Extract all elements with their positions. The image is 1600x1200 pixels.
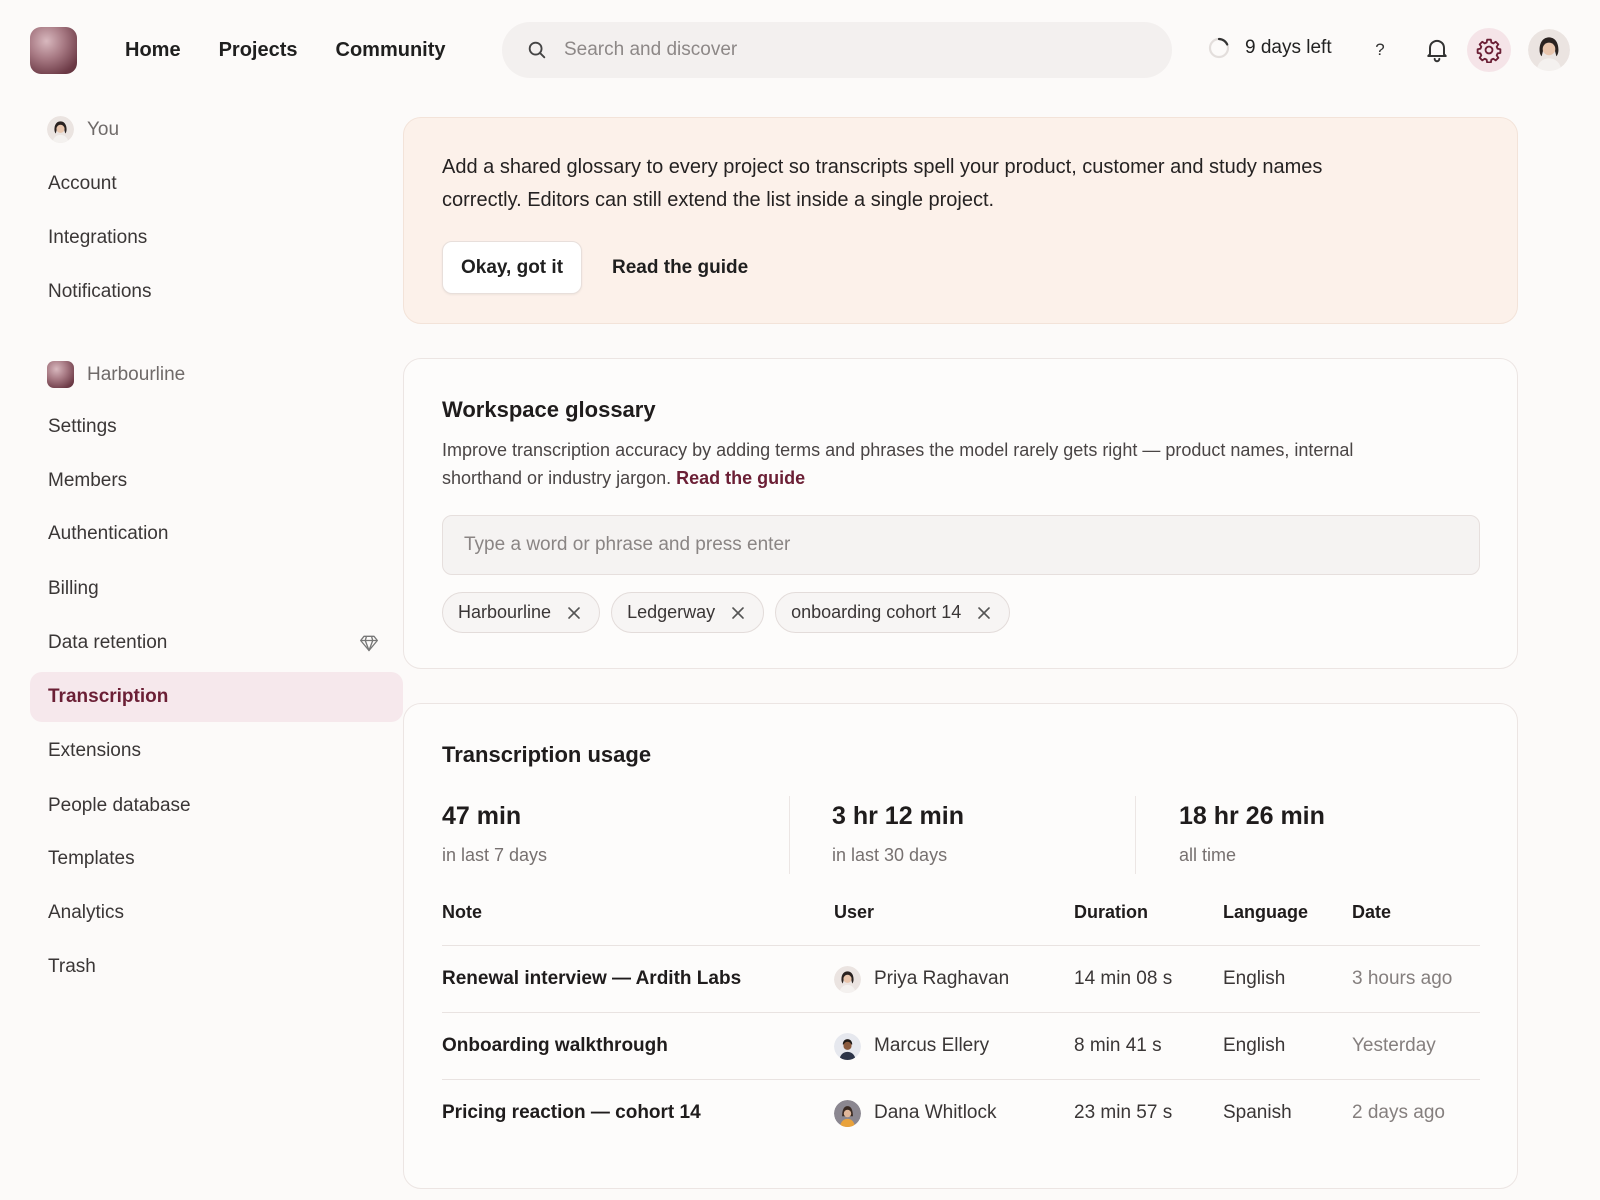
gear-icon [1476, 38, 1502, 63]
sidebar-item-data-retention[interactable]: Data retention [30, 618, 403, 668]
search-icon [528, 41, 546, 59]
loading-ring-icon [1208, 37, 1230, 59]
main-nav: Home Projects Community [125, 0, 446, 100]
avatar [834, 965, 861, 993]
trial-indicator[interactable]: 9 days left [1207, 36, 1332, 60]
user-avatar[interactable] [1528, 29, 1570, 71]
search-input[interactable] [564, 39, 1124, 61]
sidebar-item-members[interactable]: Members [30, 456, 403, 506]
dismiss-banner-button[interactable]: Okay, got it [442, 241, 582, 294]
nav-community[interactable]: Community [336, 39, 446, 62]
column-header-note[interactable]: Note [442, 880, 482, 945]
sidebar-item-authentication[interactable]: Authentication [30, 509, 403, 559]
glossary-tag: onboarding cohort 14 [775, 592, 1011, 633]
sidebar-item-templates[interactable]: Templates [30, 834, 403, 884]
glossary-term-input[interactable] [442, 515, 1480, 575]
divider [1135, 796, 1136, 874]
trial-days-left: 9 days left [1245, 37, 1332, 58]
usage-stat-all-time: 18 hr 26 min all time [1179, 802, 1325, 865]
search-bar[interactable] [502, 22, 1172, 78]
sidebar-item-notifications[interactable]: Notifications [30, 267, 403, 317]
workspace-logo [47, 361, 74, 388]
table-row[interactable]: Onboarding walkthrough Marcus Ellery 8 m… [442, 1013, 1480, 1079]
app-logo[interactable] [30, 27, 77, 74]
usage-stat-30-days: 3 hr 12 min in last 30 days [832, 802, 964, 865]
avatar [47, 116, 74, 143]
column-header-duration[interactable]: Duration [1074, 880, 1148, 945]
read-guide-button[interactable]: Read the guide [612, 241, 748, 294]
sidebar-item-billing[interactable]: Billing [30, 564, 403, 614]
glossary-tag: Harbourline [442, 592, 601, 633]
sidebar-section-workspace: Harbourline [47, 361, 185, 388]
usage-title: Transcription usage [442, 742, 652, 767]
sidebar-item-account[interactable]: Account [30, 159, 403, 209]
avatar [834, 1099, 861, 1127]
glossary-announcement-banner: Add a shared glossary to every project s… [403, 117, 1518, 324]
glossary-description: Improve transcription accuracy by adding… [442, 440, 1354, 488]
column-header-date[interactable]: Date [1352, 880, 1391, 945]
bell-icon[interactable] [1423, 35, 1451, 63]
top-bar: Home Projects Community 9 days left ? [0, 0, 1600, 100]
banner-text: Add a shared glossary to every project s… [442, 156, 1323, 211]
sidebar-item-trash[interactable]: Trash [30, 942, 403, 992]
sidebar-item-transcription[interactable]: Transcription [30, 672, 403, 722]
nav-projects[interactable]: Projects [219, 39, 298, 62]
sidebar-section-label: You [87, 118, 120, 140]
divider [789, 796, 790, 874]
table-row[interactable]: Renewal interview — Ardith Labs Priya Ra… [442, 946, 1480, 1012]
read-guide-link[interactable]: Read the guide [676, 468, 805, 488]
sidebar-item-integrations[interactable]: Integrations [30, 213, 403, 263]
sidebar-item-extensions[interactable]: Extensions [30, 726, 403, 776]
glossary-title: Workspace glossary [442, 397, 656, 422]
diamond-icon [360, 635, 378, 652]
close-icon[interactable] [977, 606, 991, 620]
glossary-tag: Ledgerway [611, 592, 765, 633]
close-icon[interactable] [567, 606, 581, 620]
usage-stat-7-days: 47 min in last 7 days [442, 802, 548, 865]
sidebar-item-analytics[interactable]: Analytics [30, 888, 403, 938]
workspace-glossary-card: Workspace glossary Improve transcription… [403, 358, 1518, 669]
avatar [834, 1032, 861, 1060]
close-icon[interactable] [731, 606, 745, 620]
sidebar-item-settings[interactable]: Settings [30, 402, 403, 452]
sidebar-section-you: You [47, 116, 119, 143]
help-button[interactable]: ? [1366, 36, 1394, 64]
nav-home[interactable]: Home [125, 39, 181, 62]
transcription-usage-card: Transcription usage 47 min in last 7 day… [403, 703, 1518, 1189]
settings-button[interactable] [1467, 28, 1511, 72]
column-header-user[interactable]: User [834, 880, 874, 945]
table-row[interactable]: Pricing reaction — cohort 14 Dana Whitlo… [442, 1080, 1480, 1146]
column-header-language[interactable]: Language [1223, 880, 1308, 945]
sidebar-section-label: Harbourline [87, 363, 186, 385]
glossary-tags: Harbourline Ledgerway onboarding cohort … [442, 592, 1011, 633]
sidebar-item-people-database[interactable]: People database [30, 781, 403, 831]
